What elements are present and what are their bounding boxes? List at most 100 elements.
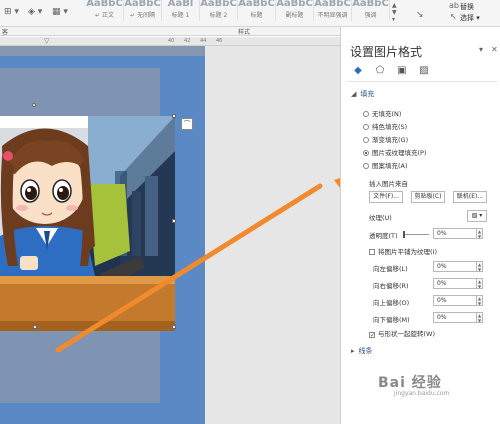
effects-tab-icon[interactable]: ⬠ xyxy=(373,65,387,79)
clipboard-button[interactable]: 剪贴板(C) xyxy=(411,191,445,203)
style-no-spacing[interactable]: AaBbC ↵ 无间隔 xyxy=(124,0,162,21)
style-preview: AaBbC xyxy=(86,0,123,8)
pane-options-icon[interactable]: ▾ xyxy=(479,45,483,54)
borders-icon[interactable]: ▦ ▾ xyxy=(52,7,68,17)
checkbox-label: 将图片平铺为纹理(I) xyxy=(378,248,437,256)
document-area[interactable]: ⌒ xyxy=(0,46,340,424)
radio-label: 纯色填充(S) xyxy=(372,123,408,131)
checkbox-icon xyxy=(369,249,375,255)
horizontal-ruler[interactable]: 40 42 44 46 ▽ xyxy=(0,37,340,46)
transparency-input[interactable]: 0% xyxy=(433,228,477,239)
select-button[interactable]: 选择 ▾ xyxy=(460,13,480,23)
select-icon: ↖ xyxy=(450,12,457,21)
offset-left-spinner[interactable]: ▲ ▼ xyxy=(477,261,483,272)
collapse-triangle-icon: ▸ xyxy=(351,347,355,355)
style-heading-1[interactable]: AaBl 标题 1 xyxy=(162,0,200,21)
group-label-font: 客 xyxy=(2,29,9,36)
indent-marker-icon[interactable]: ▽ xyxy=(44,37,49,45)
fill-line-tab-icon[interactable]: ◆ xyxy=(351,65,365,79)
radio-label: 无填充(N) xyxy=(372,110,402,118)
offset-left-input[interactable]: 0% xyxy=(433,261,477,272)
fill-section-label: 填充 xyxy=(360,90,375,98)
offset-bottom-label: 向下偏移(M) xyxy=(373,316,410,324)
watermark-logo: Bai 经验 xyxy=(378,375,442,391)
style-subtle-emphasis[interactable]: AaBbC 不明显强调 xyxy=(314,0,352,21)
offset-right-label: 向右偏移(R) xyxy=(373,282,409,290)
picture-tab-icon[interactable]: ▨ xyxy=(417,65,431,79)
ruler-tick: 40 xyxy=(168,38,175,44)
transparency-label: 透明度(T) xyxy=(369,232,398,240)
radio-no-fill[interactable]: 无填充(N) xyxy=(363,108,401,118)
offset-left-label: 向左偏移(L) xyxy=(373,265,408,273)
border-icon[interactable]: ⊞ ▾ xyxy=(4,7,19,17)
style-preview: AaBbC xyxy=(238,0,275,8)
online-button[interactable]: 联机(E)... xyxy=(453,191,487,203)
tab-divider xyxy=(347,81,497,82)
insert-picture-from-label: 插入图片来自 xyxy=(369,180,408,188)
style-name: 副标题 xyxy=(285,12,304,19)
radio-label: 图片或纹理填充(P) xyxy=(372,149,427,157)
shading-icon[interactable]: ◈ ▾ xyxy=(28,7,42,17)
file-button[interactable]: 文件(F)... xyxy=(369,191,403,203)
style-heading-2[interactable]: AaBbC 标题 2 xyxy=(200,0,238,21)
transparency-slider-knob[interactable] xyxy=(403,231,405,238)
styles-scroll-down-icon[interactable]: ▼ xyxy=(392,9,397,16)
offset-top-input[interactable]: 0% xyxy=(433,295,477,306)
pane-title: 设置图片格式 xyxy=(350,45,423,59)
close-icon[interactable]: ✕ xyxy=(491,45,498,54)
style-preview: AaBl xyxy=(167,0,194,8)
radio-icon xyxy=(363,137,369,143)
format-picture-pane: 设置图片格式 ▾ ✕ ◆ ⬠ ▣ ▨ ◢ 填充 无填充(N) 纯色填充(S) 渐变… xyxy=(340,27,500,424)
radio-icon xyxy=(363,124,369,130)
checkbox-label: 与形状一起旋转(W) xyxy=(378,330,435,338)
style-name: ↵ 正文 xyxy=(95,12,114,19)
transparency-slider[interactable] xyxy=(405,234,429,235)
styles-pane-icon[interactable]: ↘ xyxy=(416,10,424,20)
style-title[interactable]: AaBbC 标题 xyxy=(238,0,276,21)
ruler-tick: 44 xyxy=(200,38,207,44)
styles-more-icon[interactable]: ▾ xyxy=(392,16,395,23)
ribbon-group-labels: 客 样式 xyxy=(0,27,340,36)
ruler-tick: 46 xyxy=(216,38,223,44)
tile-checkbox[interactable]: 将图片平铺为纹理(I) xyxy=(369,246,437,256)
transparency-spinner[interactable]: ▲ ▼ xyxy=(477,228,483,239)
checkbox-checked-icon: ✓ xyxy=(369,332,376,339)
rotate-with-shape-checkbox[interactable]: ✓ 与形状一起旋转(W) xyxy=(369,328,435,339)
offset-bottom-input[interactable]: 0% xyxy=(433,312,477,323)
radio-icon xyxy=(363,163,369,169)
layout-properties-tab-icon[interactable]: ▣ xyxy=(395,65,409,79)
offset-right-spinner[interactable]: ▲ ▼ xyxy=(477,278,483,289)
replace-icon: ab xyxy=(449,1,459,10)
radio-pattern-fill[interactable]: 图案填充(A) xyxy=(363,160,408,170)
style-name: 标题 xyxy=(250,12,263,19)
offset-right-input[interactable]: 0% xyxy=(433,278,477,289)
style-emphasis[interactable]: AaBbC 强调 xyxy=(352,0,390,21)
style-subtitle[interactable]: AaBbC 副标题 xyxy=(276,0,314,21)
style-name: 标题 2 xyxy=(209,12,228,19)
replace-button[interactable]: 替换 xyxy=(460,2,474,12)
style-normal[interactable]: AaBbC ↵ 正文 xyxy=(86,0,124,21)
style-name: 强调 xyxy=(364,12,377,19)
radio-solid-fill[interactable]: 纯色填充(S) xyxy=(363,121,407,131)
offset-top-label: 向上偏移(O) xyxy=(373,299,410,307)
radio-gradient-fill[interactable]: 渐变填充(G) xyxy=(363,134,408,144)
radio-icon xyxy=(363,150,369,156)
expand-triangle-icon: ◢ xyxy=(351,90,357,98)
style-name: 不明显强调 xyxy=(317,12,348,19)
radio-picture-texture-fill[interactable]: 图片或纹理填充(P) xyxy=(363,147,427,157)
ribbon: ⊞ ▾ ◈ ▾ ▦ ▾ AaBbC ↵ 正文 AaBbC ↵ 无间隔 AaBl … xyxy=(0,0,500,27)
fill-section-header[interactable]: ◢ 填充 xyxy=(351,89,374,99)
style-name: ↵ 无间隔 xyxy=(130,12,155,19)
style-preview: AaBbC xyxy=(124,0,161,8)
offset-bottom-spinner[interactable]: ▲ ▼ xyxy=(477,312,483,323)
line-section-header[interactable]: ▸ 线条 xyxy=(351,346,373,356)
style-preview: AaBbC xyxy=(352,0,389,8)
offset-top-spinner[interactable]: ▲ ▼ xyxy=(477,295,483,306)
radio-label: 渐变填充(G) xyxy=(372,136,409,144)
radio-icon xyxy=(363,111,369,117)
styles-scroll-up-icon[interactable]: ▲ xyxy=(392,2,397,9)
texture-picker[interactable]: ▧ ▾ xyxy=(467,210,487,222)
style-preview: AaBbC xyxy=(276,0,313,8)
radio-label: 图案填充(A) xyxy=(372,162,408,170)
ruler-tick: 42 xyxy=(184,38,191,44)
